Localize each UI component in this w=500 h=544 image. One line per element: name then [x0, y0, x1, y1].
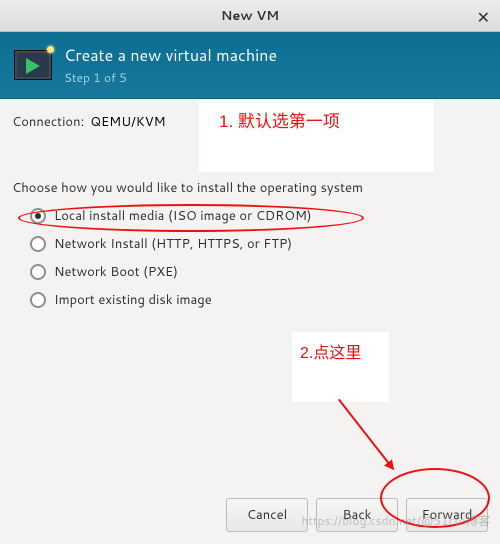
watermark: https://blog.csdn.net/@51cto博客 — [301, 512, 490, 529]
cancel-button[interactable]: Cancel — [226, 498, 308, 532]
radio-icon[interactable] — [30, 264, 46, 280]
option-label: Network Install (HTTP, HTTPS, or FTP) — [54, 235, 292, 253]
option-label: Import existing disk image — [54, 291, 212, 309]
option-import-disk[interactable]: Import existing disk image — [30, 291, 488, 309]
choose-label: Choose how you would like to install the… — [12, 179, 488, 197]
header-step: Step 1 of 5 — [64, 69, 277, 86]
titlebar: New VM ✕ — [0, 0, 500, 32]
connection-label: Connection: — [12, 113, 84, 131]
header-title: Create a new virtual machine — [64, 44, 277, 67]
radio-icon[interactable] — [30, 292, 46, 308]
radio-icon[interactable] — [30, 236, 46, 252]
connection-value: QEMU/KVM — [90, 113, 165, 131]
annotation-text-2: 2.点这里 — [300, 339, 361, 363]
option-network-boot[interactable]: Network Boot (PXE) — [30, 263, 488, 281]
option-local-media[interactable]: Local install media (ISO image or CDROM) — [30, 207, 488, 225]
annotation-text-1: 1. 默认选第一项 — [219, 107, 340, 132]
install-options: Local install media (ISO image or CDROM)… — [30, 207, 488, 309]
option-label: Local install media (ISO image or CDROM) — [54, 207, 312, 225]
radio-icon[interactable] — [30, 208, 46, 224]
window-title: New VM — [221, 7, 279, 25]
option-label: Network Boot (PXE) — [54, 263, 178, 281]
wizard-header: Create a new virtual machine Step 1 of 5 — [0, 32, 500, 99]
header-text: Create a new virtual machine Step 1 of 5 — [64, 44, 277, 86]
vm-icon — [14, 50, 52, 80]
close-icon[interactable]: ✕ — [477, 6, 490, 29]
option-network-install[interactable]: Network Install (HTTP, HTTPS, or FTP) — [30, 235, 488, 253]
